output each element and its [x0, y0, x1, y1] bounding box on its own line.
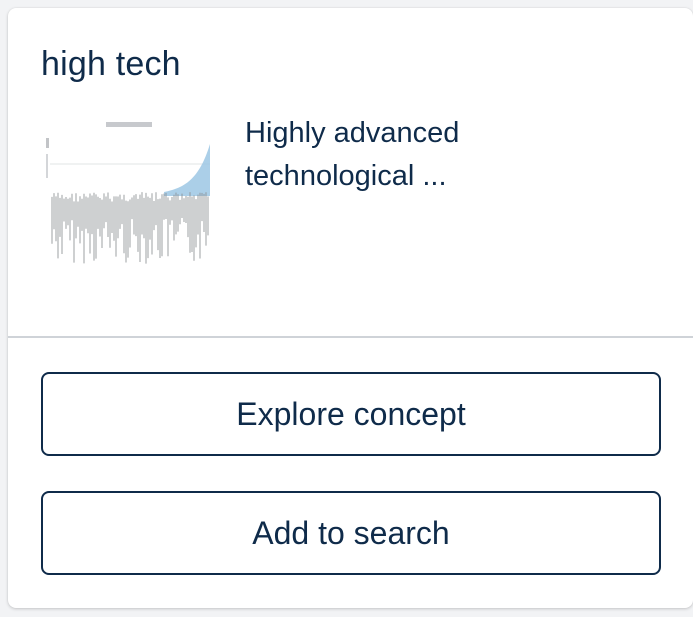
concept-card: high tech Highly advanced technological … [8, 8, 693, 608]
card-divider [8, 336, 693, 338]
concept-description: Highly advanced technological ... [245, 117, 460, 192]
concept-thumbnail-chart [46, 122, 210, 264]
explore-concept-button[interactable]: Explore concept [41, 372, 661, 456]
concept-title: high tech [41, 45, 181, 83]
add-to-search-button[interactable]: Add to search [41, 491, 661, 575]
